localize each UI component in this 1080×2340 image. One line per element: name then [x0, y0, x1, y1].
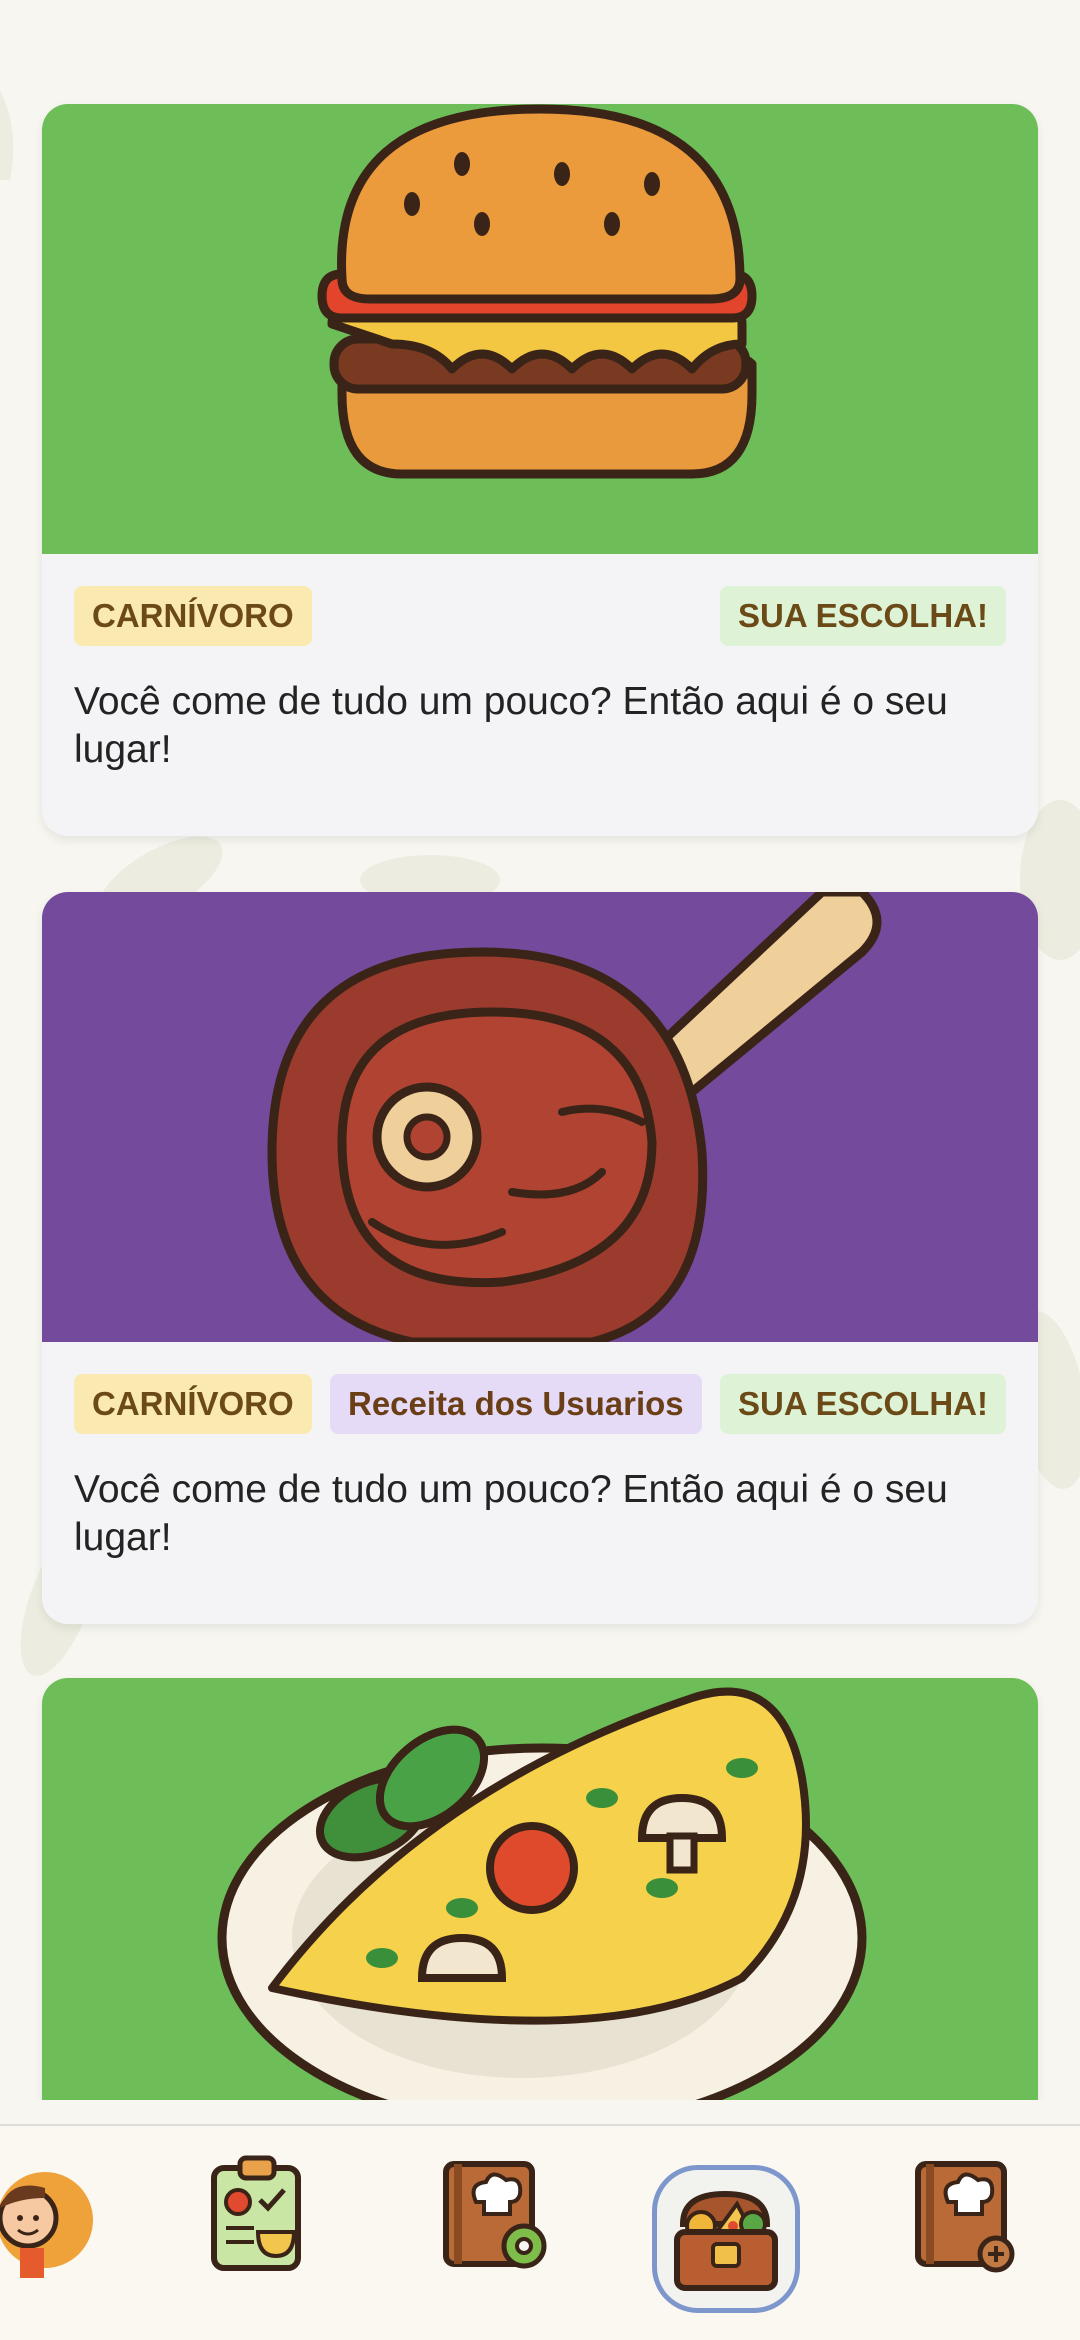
card-body: CARNÍVORO SUA ESCOLHA! Você come de tudo… — [42, 554, 1038, 836]
tag-receita-dos-usuarios[interactable]: Receita dos Usuarios — [330, 1374, 702, 1434]
recipe-card[interactable]: CARNÍVORO SUA ESCOLHA! Você come de tudo… — [42, 104, 1038, 836]
hamburger-icon — [317, 104, 757, 479]
steak-icon — [267, 892, 882, 1342]
meal-plan-clipboard-icon — [211, 2155, 301, 2271]
tag-row: CARNÍVORO Receita dos Usuarios SUA ESCOL… — [74, 1374, 1006, 1434]
card-description: Você come de tudo um pouco? Então aqui é… — [74, 680, 948, 771]
card-image — [42, 1678, 1038, 2100]
nav-profile[interactable] — [0, 2150, 100, 2280]
recipe-card[interactable]: CARNÍVORO Receita dos Usuarios SUA ESCOL… — [42, 892, 1038, 1624]
card-image — [42, 104, 1038, 554]
tag-carnivoro[interactable]: CARNÍVORO — [74, 1374, 312, 1434]
app-screen: CARNÍVORO SUA ESCOLHA! Você come de tudo… — [0, 0, 1080, 2340]
nav-recipe-settings[interactable] — [434, 2150, 564, 2280]
chef-avatar-icon — [0, 2172, 93, 2278]
nav-meal-plan[interactable] — [196, 2150, 326, 2280]
tag-carnivoro[interactable]: CARNÍVORO — [74, 586, 312, 646]
card-image — [42, 892, 1038, 1342]
recipe-card[interactable] — [42, 1678, 1038, 2100]
nav-add-recipe[interactable] — [904, 2150, 1034, 2280]
tag-sua-escolha[interactable]: SUA ESCOLHA! — [720, 1374, 1006, 1434]
omelette-icon — [217, 1687, 867, 2100]
card-body: CARNÍVORO Receita dos Usuarios SUA ESCOL… — [42, 1342, 1038, 1624]
food-treasure-chest-icon — [674, 2190, 778, 2291]
tag-row: CARNÍVORO SUA ESCOLHA! — [74, 586, 1006, 646]
nav-recipe-feed[interactable] — [661, 2174, 791, 2304]
card-description: Você come de tudo um pouco? Então aqui é… — [74, 1468, 948, 1559]
tag-sua-escolha[interactable]: SUA ESCOLHA! — [720, 586, 1006, 646]
recipe-feed[interactable]: CARNÍVORO SUA ESCOLHA! Você come de tudo… — [0, 0, 1080, 2100]
add-recipe-book-icon — [915, 2161, 1015, 2273]
recipe-book-settings-icon — [443, 2161, 547, 2269]
